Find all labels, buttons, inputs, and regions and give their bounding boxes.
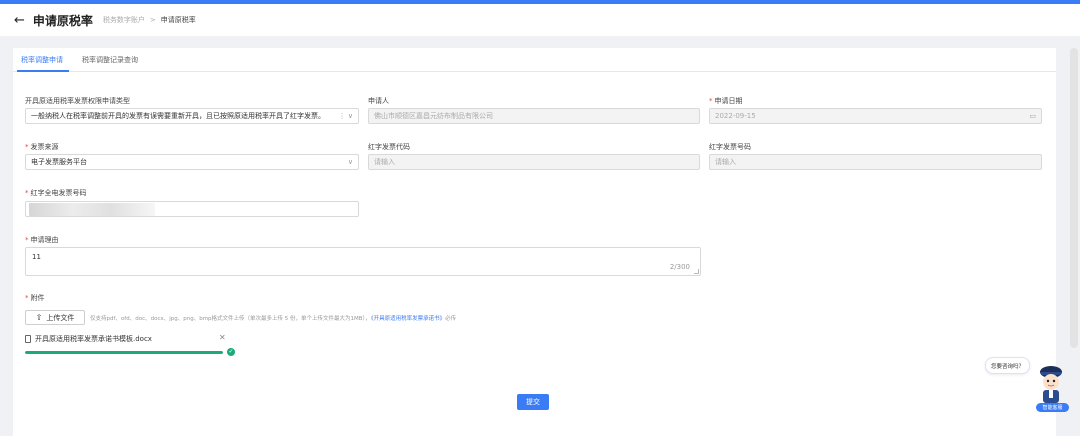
apply-type-label: 开具原适用税率发票权限申请类型 xyxy=(25,97,130,105)
reason-label: * 申请理由 xyxy=(25,236,59,244)
check-circle-icon: ✓ xyxy=(227,348,235,356)
red-invoice-number-placeholder: 请输入 xyxy=(715,158,736,166)
red-invoice-code-placeholder: 请输入 xyxy=(374,158,395,166)
red-full-invoice-number-label: * 红字全电发票号码 xyxy=(25,189,87,197)
apply-date-value: 2022-09-15 xyxy=(715,112,756,120)
apply-type-value: 一般纳税人在税率调整前开具的发票有误需要重新开具，且已按照原适用税率开具了红字发… xyxy=(31,112,325,120)
tab-bar: 税率调整申请 税率调整记录查询 xyxy=(13,48,1056,72)
red-invoice-code-input[interactable]: 请输入 xyxy=(368,154,700,170)
breadcrumb-parent[interactable]: 税务数字账户 xyxy=(103,15,145,25)
redacted-value xyxy=(29,203,155,216)
invoice-source-select[interactable]: 电子发票服务平台 ∨ xyxy=(25,154,359,170)
resize-handle-icon[interactable] xyxy=(694,269,699,274)
uploaded-file-name[interactable]: 开具原适用税率发票承诺书模板.docx xyxy=(35,334,152,344)
tab-rate-adjust-apply[interactable]: 税率调整申请 xyxy=(21,55,63,65)
reason-char-counter: 2/300 xyxy=(669,263,690,271)
reason-textarea[interactable]: 11 2/300 xyxy=(25,247,701,276)
document-icon xyxy=(25,335,31,343)
red-invoice-number-label: 红字发票号码 xyxy=(709,143,751,151)
page-title: 申请原税率 xyxy=(32,13,93,28)
upload-progress-bar xyxy=(25,351,223,354)
page-header: ← 申请原税率 税务数字账户 > 申请原税率 xyxy=(0,4,1080,36)
breadcrumb-separator: > xyxy=(149,16,156,24)
form-card: 税率调整申请 税率调整记录查询 开具原适用税率发票权限申请类型 一般纳税人在税率… xyxy=(13,48,1056,436)
upload-hint-text: 仅支持pdf、ofd、doc、docx、jpg、png、bmp格式文件上传（单次… xyxy=(90,316,371,322)
chevron-down-icon: ∨ xyxy=(347,158,353,166)
upload-icon: ⇧ xyxy=(35,313,43,322)
calendar-icon: ▭ xyxy=(1029,112,1036,120)
apply-type-select[interactable]: 一般纳税人在税率调整前开具的发票有误需要重新开具，且已按照原适用税率开具了红字发… xyxy=(25,108,359,124)
applicant-field: 佛山市顺德区嘉昌元纺布制品有限公司 xyxy=(368,108,700,124)
breadcrumb-current: 申请原税率 xyxy=(160,16,196,24)
assistant-bubble[interactable]: 您要咨询吗？ xyxy=(985,357,1030,374)
active-tab-indicator xyxy=(17,70,69,72)
tab-rate-adjust-records[interactable]: 税率调整记录查询 xyxy=(82,55,138,65)
invoice-source-value: 电子发票服务平台 xyxy=(31,158,87,166)
apply-date-field: 2022-09-15 ▭ xyxy=(709,108,1042,124)
red-full-invoice-number-input[interactable] xyxy=(25,201,359,217)
commitment-template-link[interactable]: 《开具原适用税率发票承诺书》 xyxy=(371,316,445,322)
applicant-value: 佛山市顺德区嘉昌元纺布制品有限公司 xyxy=(374,112,493,120)
arrow-left-icon[interactable]: ← xyxy=(14,14,25,27)
page-scrollbar[interactable] xyxy=(1070,48,1078,348)
chevron-down-icon: ⋮ ∨ xyxy=(338,112,353,120)
invoice-source-label: * 发票来源 xyxy=(25,143,59,151)
red-invoice-code-label: 红字发票代码 xyxy=(368,143,410,151)
submit-button[interactable]: 提交 xyxy=(517,394,549,410)
uploaded-file-item: 开具原适用税率发票承诺书模板.docx xyxy=(25,334,225,344)
upload-hint-required: 必传 xyxy=(445,316,457,322)
applicant-label: 申请人 xyxy=(368,97,389,105)
attachment-label: * 附件 xyxy=(25,294,45,302)
apply-date-label: * 申请日期 xyxy=(709,97,743,105)
upload-file-button[interactable]: ⇧ 上传文件 xyxy=(25,310,85,325)
upload-button-label: 上传文件 xyxy=(46,313,75,322)
upload-progress-fill xyxy=(25,351,223,354)
reason-value: 11 xyxy=(32,253,41,261)
assistant-badge[interactable]: 智能客服 xyxy=(1036,403,1069,412)
upload-hint: 仅支持pdf、ofd、doc、docx、jpg、png、bmp格式文件上传（单次… xyxy=(90,314,456,322)
red-invoice-number-input[interactable]: 请输入 xyxy=(709,154,1042,170)
close-icon[interactable]: ✕ xyxy=(219,333,226,342)
